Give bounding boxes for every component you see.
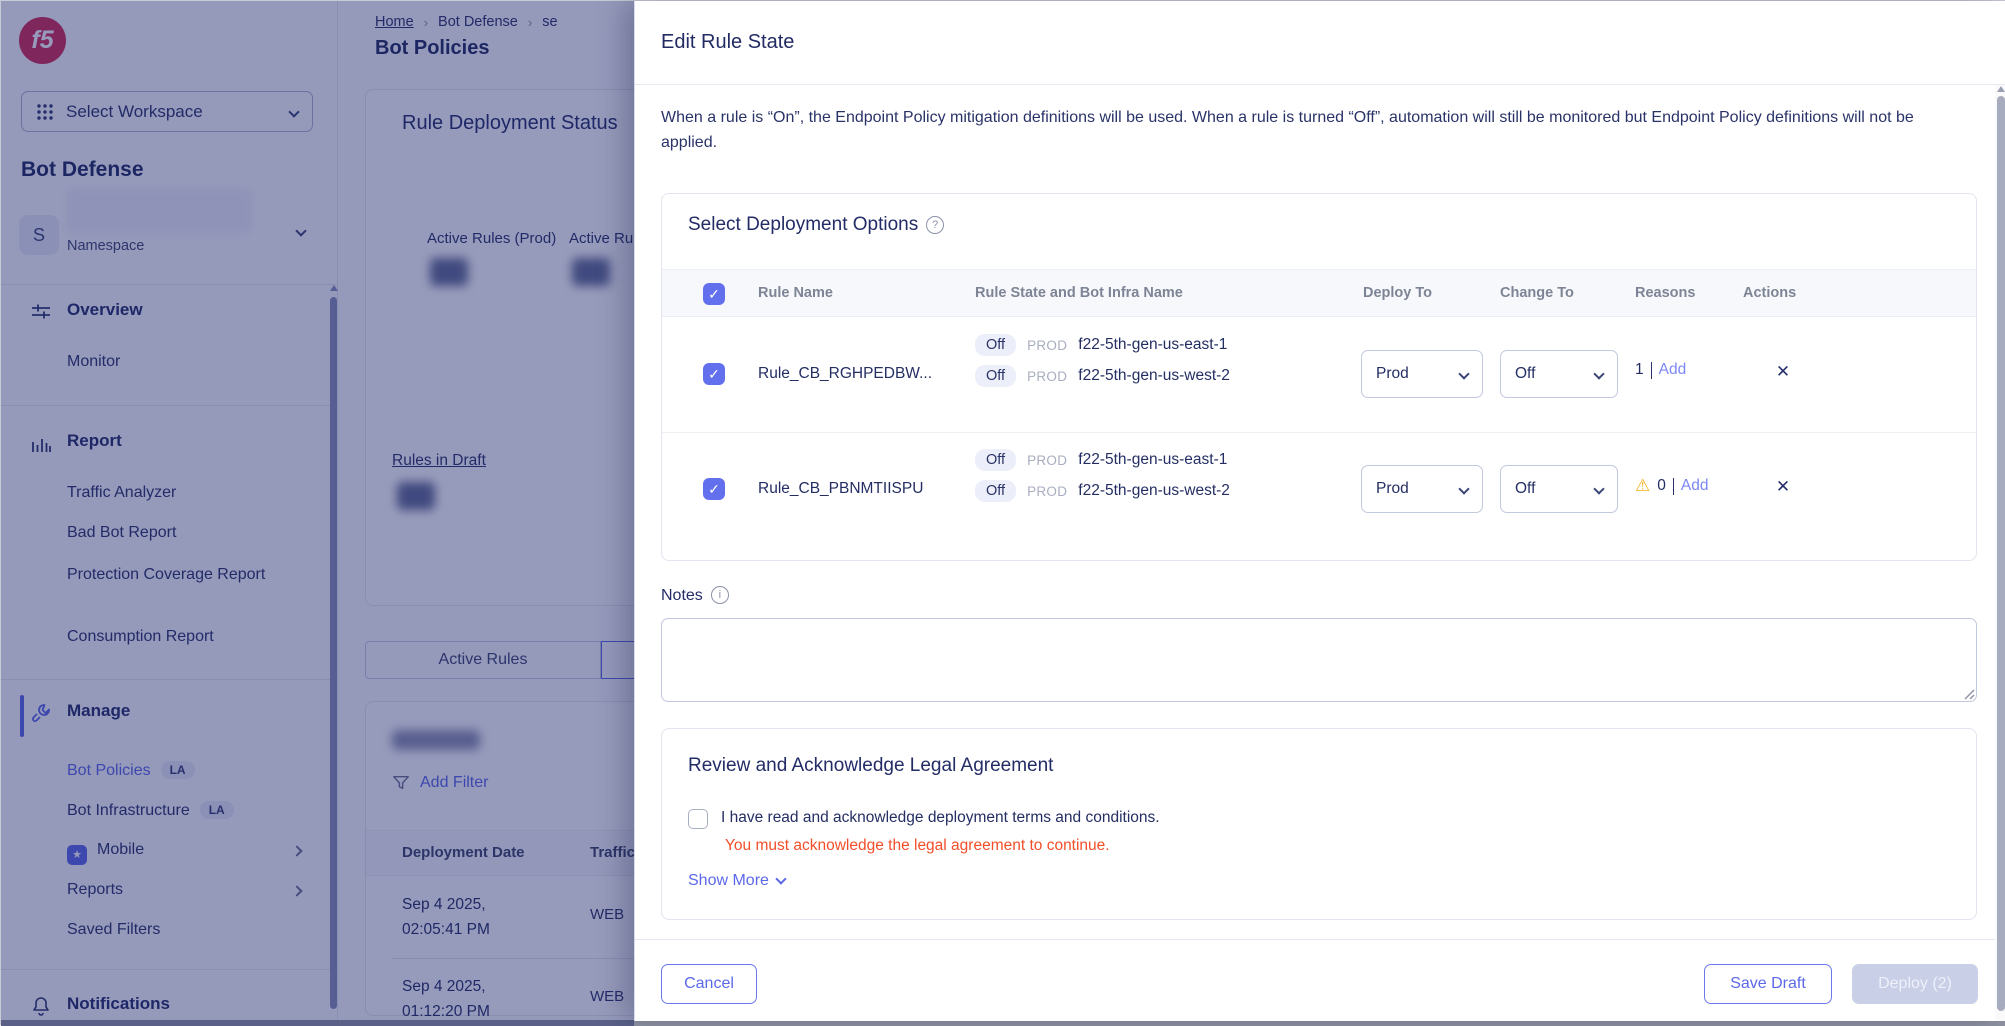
reasons-count: 1: [1635, 361, 1644, 379]
rule-state-badge: Off: [975, 365, 1016, 387]
legal-agreement-checkbox[interactable]: [688, 809, 708, 829]
save-draft-button[interactable]: Save Draft: [1704, 964, 1832, 1004]
rule-state-badge: Off: [975, 334, 1016, 356]
notes-input[interactable]: [661, 618, 1977, 702]
column-rule-name: Rule Name: [758, 285, 833, 301]
deploy-button[interactable]: Deploy (2): [1852, 964, 1978, 1004]
options-table-header: ✓ Rule Name Rule State and Bot Infra Nam…: [662, 269, 1976, 317]
env-tag: PROD: [1027, 453, 1067, 468]
rule-row: ✓ Rule_CB_PBNMTIISPU Off PROD f22-5th-ge…: [662, 432, 1976, 547]
warning-icon: ⚠: [1635, 476, 1650, 496]
remove-rule-button[interactable]: ✕: [1770, 359, 1796, 385]
chevron-down-icon: [1593, 483, 1604, 494]
add-reason-link[interactable]: Add: [1659, 361, 1687, 379]
drawer-title: Edit Rule State: [661, 31, 794, 54]
drawer-scrollbar[interactable]: [1995, 85, 2005, 1021]
deploy-to-select[interactable]: Prod: [1361, 350, 1483, 398]
legal-agreement-title: Review and Acknowledge Legal Agreement: [688, 755, 1053, 777]
info-icon[interactable]: i: [711, 586, 729, 604]
deploy-to-select[interactable]: Prod: [1361, 465, 1483, 513]
show-more-link[interactable]: Show More: [688, 872, 785, 890]
divider: [635, 84, 2005, 85]
env-tag: PROD: [1027, 338, 1067, 353]
divider: [1673, 478, 1674, 495]
bot-infra-name: f22-5th-gen-us-east-1: [1078, 451, 1227, 469]
scrollbar-thumb[interactable]: [1997, 96, 2005, 1011]
column-deploy-to: Deploy To: [1363, 285, 1432, 301]
edit-rule-state-drawer: Edit Rule State When a rule is “On”, the…: [634, 1, 2005, 1021]
column-rule-state: Rule State and Bot Infra Name: [975, 285, 1183, 301]
deployment-options-card: Select Deployment Options? ✓ Rule Name R…: [661, 193, 1977, 561]
divider: [1651, 362, 1652, 379]
rule-checkbox[interactable]: ✓: [703, 478, 725, 500]
column-change-to: Change To: [1500, 285, 1574, 301]
column-reasons: Reasons: [1635, 285, 1695, 301]
rule-name: Rule_CB_PBNMTIISPU: [758, 480, 963, 498]
select-all-checkbox[interactable]: ✓: [703, 283, 725, 305]
notes-label: Notesi: [661, 586, 729, 605]
cancel-button[interactable]: Cancel: [661, 964, 757, 1004]
chevron-down-icon: [775, 873, 786, 884]
column-actions: Actions: [1743, 285, 1796, 301]
legal-agreement-error: You must acknowledge the legal agreement…: [725, 837, 1110, 855]
chevron-down-icon: [1458, 483, 1469, 494]
add-reason-link[interactable]: Add: [1681, 477, 1709, 495]
reasons-count: 0: [1657, 477, 1666, 495]
divider: [635, 939, 2005, 940]
rule-state-badge: Off: [975, 449, 1016, 471]
chevron-down-icon: [1458, 368, 1469, 379]
bot-infra-name: f22-5th-gen-us-west-2: [1078, 367, 1230, 385]
reasons-cell: 1 Add: [1635, 361, 1686, 379]
rule-name: Rule_CB_RGHPEDBW...: [758, 365, 963, 383]
rule-row: ✓ Rule_CB_RGHPEDBW... Off PROD f22-5th-g…: [662, 317, 1976, 432]
legal-agreement-label: I have read and acknowledge deployment t…: [721, 809, 1160, 827]
help-icon[interactable]: ?: [926, 216, 944, 234]
reasons-cell: ⚠ 0 Add: [1635, 476, 1708, 496]
legal-agreement-card: Review and Acknowledge Legal Agreement I…: [661, 728, 1977, 920]
bot-infra-name: f22-5th-gen-us-east-1: [1078, 336, 1227, 354]
modal-overlay-scrim[interactable]: [1, 1, 634, 1026]
rule-state-badge: Off: [975, 480, 1016, 502]
env-tag: PROD: [1027, 369, 1067, 384]
scroll-up-arrow[interactable]: [1997, 86, 2005, 92]
chevron-down-icon: [1593, 368, 1604, 379]
drawer-description: When a rule is “On”, the Endpoint Policy…: [661, 105, 1957, 155]
deployment-options-title: Select Deployment Options?: [688, 214, 944, 236]
change-to-select[interactable]: Off: [1500, 350, 1618, 398]
bot-infra-name: f22-5th-gen-us-west-2: [1078, 482, 1230, 500]
remove-rule-button[interactable]: ✕: [1770, 474, 1796, 500]
env-tag: PROD: [1027, 484, 1067, 499]
change-to-select[interactable]: Off: [1500, 465, 1618, 513]
rule-checkbox[interactable]: ✓: [703, 363, 725, 385]
